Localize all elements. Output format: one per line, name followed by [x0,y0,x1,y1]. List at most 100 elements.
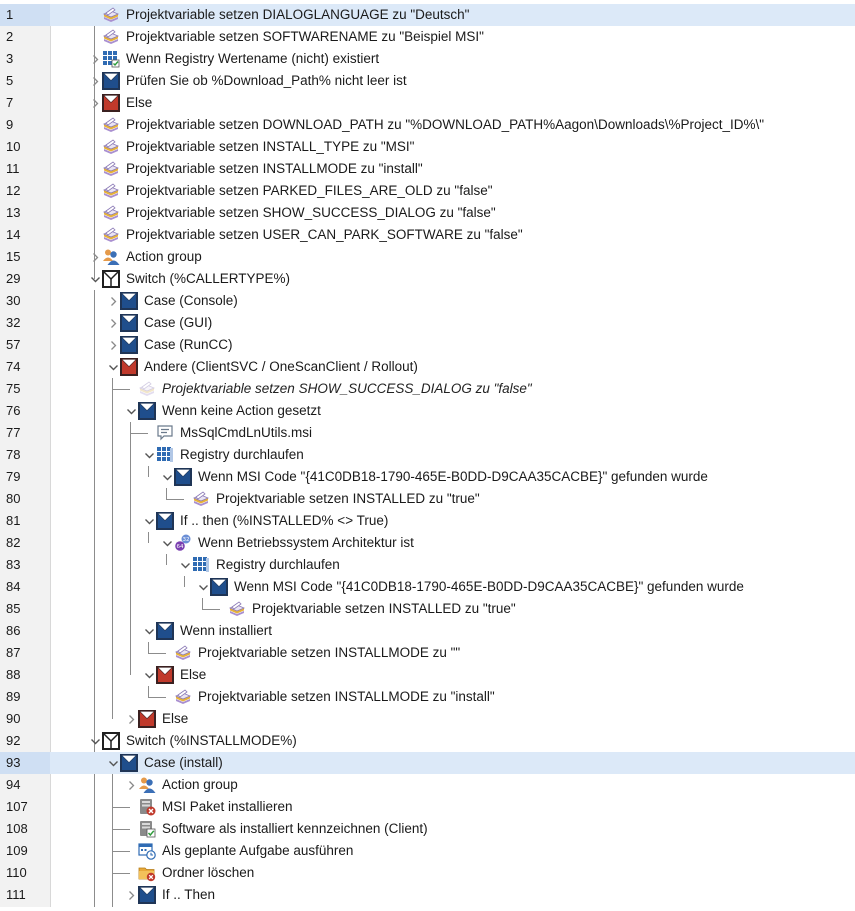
delete-folder-icon [138,864,156,882]
line-number: 9 [6,117,14,132]
expand-chevron-icon[interactable] [124,708,138,730]
tree-row-110[interactable]: 110 Ordner löschen [0,862,855,884]
node-label: Projektvariable setzen INSTALLMODE zu "i… [126,161,423,176]
node-label: Case (GUI) [144,315,213,330]
node-label: Case (Console) [144,293,238,308]
collapse-chevron-icon[interactable] [106,752,120,774]
tree-row-14[interactable]: 14 Projektvariable setzen USER_CAN_PARK_… [0,224,855,246]
node-label: Wenn Betriebssystem Architektur ist [198,535,414,550]
expand-chevron-icon[interactable] [88,48,102,70]
line-number: 77 [6,425,21,440]
tree-row-7[interactable]: 7 Else [0,92,855,114]
node-label: Projektvariable setzen INSTALLMODE zu "" [198,645,461,660]
node-label: Case (RunCC) [144,337,233,352]
expand-chevron-icon[interactable] [124,774,138,796]
set-variable-icon [102,226,120,244]
tree-row-85[interactable]: 85 Projektvariable setzen INSTALLED zu "… [0,598,855,620]
collapse-chevron-icon[interactable] [142,664,156,686]
tree-row-79[interactable]: 79 Wenn MSI Code "{41C0DB18-1790-465E-B0… [0,466,855,488]
line-number: 11 [6,161,20,176]
set-variable-icon [174,688,192,706]
tree-row-78[interactable]: 78 Registry durchlaufen [0,444,855,466]
collapse-chevron-icon[interactable] [178,554,192,576]
condition-red-icon [119,358,139,376]
tree-row-108[interactable]: 108 Software als installiert kennzeichne… [0,818,855,840]
collapse-chevron-icon[interactable] [142,444,156,466]
node-label: Else [126,95,153,110]
mark-installed-icon [138,820,156,838]
tree-row-94[interactable]: 94 Action group [0,774,855,796]
tree-row-1[interactable]: 1 Projektvariable setzen DIALOGLANGUAGE … [0,4,855,26]
tree-row-90[interactable]: 90 Else [0,708,855,730]
tree-row-74[interactable]: 74 Andere (ClientSVC / OneScanClient / R… [0,356,855,378]
tree-row-93[interactable]: 93 Case (install) [0,752,855,774]
tree-row-89[interactable]: 89 Projektvariable setzen INSTALLMODE zu… [0,686,855,708]
scheduled-task-icon [138,842,156,860]
collapse-chevron-icon[interactable] [88,268,102,290]
tree-row-13[interactable]: 13 Projektvariable setzen SHOW_SUCCESS_D… [0,202,855,224]
tree-row-10[interactable]: 10 Projektvariable setzen INSTALL_TYPE z… [0,136,855,158]
set-variable-icon [102,204,120,222]
tree-row-76[interactable]: 76 Wenn keine Action gesetzt [0,400,855,422]
set-variable-icon [102,28,120,46]
condition-blue-icon [173,468,193,486]
collapse-chevron-icon[interactable] [160,466,174,488]
tree-row-88[interactable]: 88 Else [0,664,855,686]
tree-row-107[interactable]: 107 MSI Paket installieren [0,796,855,818]
node-label: If .. then (%INSTALLED% <> True) [180,513,389,528]
expand-chevron-icon[interactable] [124,884,138,906]
tree-row-2[interactable]: 2 Projektvariable setzen SOFTWARENAME zu… [0,26,855,48]
collapse-chevron-icon[interactable] [88,730,102,752]
expand-chevron-icon[interactable] [106,312,120,334]
tree-row-75[interactable]: 75 Projektvariable setzen SHOW_SUCCESS_D… [0,378,855,400]
tree-row-32[interactable]: 32 Case (GUI) [0,312,855,334]
tree-row-82[interactable]: 82 32 64 Wenn Betriebssystem Architektur… [0,532,855,554]
tree-row-12[interactable]: 12 Projektvariable setzen PARKED_FILES_A… [0,180,855,202]
tree-row-57[interactable]: 57 Case (RunCC) [0,334,855,356]
tree-row-86[interactable]: 86 Wenn installiert [0,620,855,642]
line-number: 94 [6,777,21,792]
tree-row-92[interactable]: 92 Switch (%INSTALLMODE%) [0,730,855,752]
tree-row-5[interactable]: 5 Prüfen Sie ob %Download_Path% nicht le… [0,70,855,92]
expand-chevron-icon[interactable] [88,70,102,92]
collapse-chevron-icon[interactable] [160,532,174,554]
tree-row-11[interactable]: 11 Projektvariable setzen INSTALLMODE zu… [0,158,855,180]
line-number: 30 [6,293,21,308]
line-number: 107 [6,799,28,814]
collapse-chevron-icon[interactable] [142,510,156,532]
node-label: Registry durchlaufen [180,447,304,462]
tree-row-81[interactable]: 81 If .. then (%INSTALLED% <> True) [0,510,855,532]
condition-red-icon [155,666,175,684]
node-label: Als geplante Aufgabe ausführen [162,843,354,858]
script-tree[interactable]: 1 Projektvariable setzen DIALOGLANGUAGE … [0,4,855,907]
switch-icon [102,732,120,750]
collapse-chevron-icon[interactable] [124,400,138,422]
expand-chevron-icon[interactable] [106,334,120,356]
tree-row-3[interactable]: 3 Wenn Registry Wertename (nicht) existi… [0,48,855,70]
node-label: Software als installiert kennzeichnen (C… [162,821,428,836]
tree-row-9[interactable]: 9 Projektvariable setzen DOWNLOAD_PATH z… [0,114,855,136]
expand-chevron-icon[interactable] [88,92,102,114]
line-number: 83 [6,557,21,572]
tree-row-83[interactable]: 83 Registry durchlaufen [0,554,855,576]
line-number: 110 [6,865,27,880]
line-number: 90 [6,711,21,726]
expand-chevron-icon[interactable] [106,290,120,312]
collapse-chevron-icon[interactable] [142,620,156,642]
os-arch-icon: 32 64 [174,534,192,552]
expand-chevron-icon[interactable] [88,246,102,268]
collapse-chevron-icon[interactable] [106,356,120,378]
tree-row-30[interactable]: 30 Case (Console) [0,290,855,312]
tree-row-77[interactable]: 77 MsSqlCmdLnUtils.msi [0,422,855,444]
tree-row-109[interactable]: 109 Als geplante Aufgabe ausführen [0,840,855,862]
tree-row-15[interactable]: 15 Action group [0,246,855,268]
collapse-chevron-icon[interactable] [196,576,210,598]
set-variable-icon [102,116,120,134]
tree-row-111[interactable]: 111 If .. Then [0,884,855,906]
tree-row-84[interactable]: 84 Wenn MSI Code "{41C0DB18-1790-465E-B0… [0,576,855,598]
tree-row-80[interactable]: 80 Projektvariable setzen INSTALLED zu "… [0,488,855,510]
line-number: 76 [6,403,21,418]
condition-blue-icon [137,402,157,420]
tree-row-29[interactable]: 29 Switch (%CALLERTYPE%) [0,268,855,290]
tree-row-87[interactable]: 87 Projektvariable setzen INSTALLMODE zu… [0,642,855,664]
